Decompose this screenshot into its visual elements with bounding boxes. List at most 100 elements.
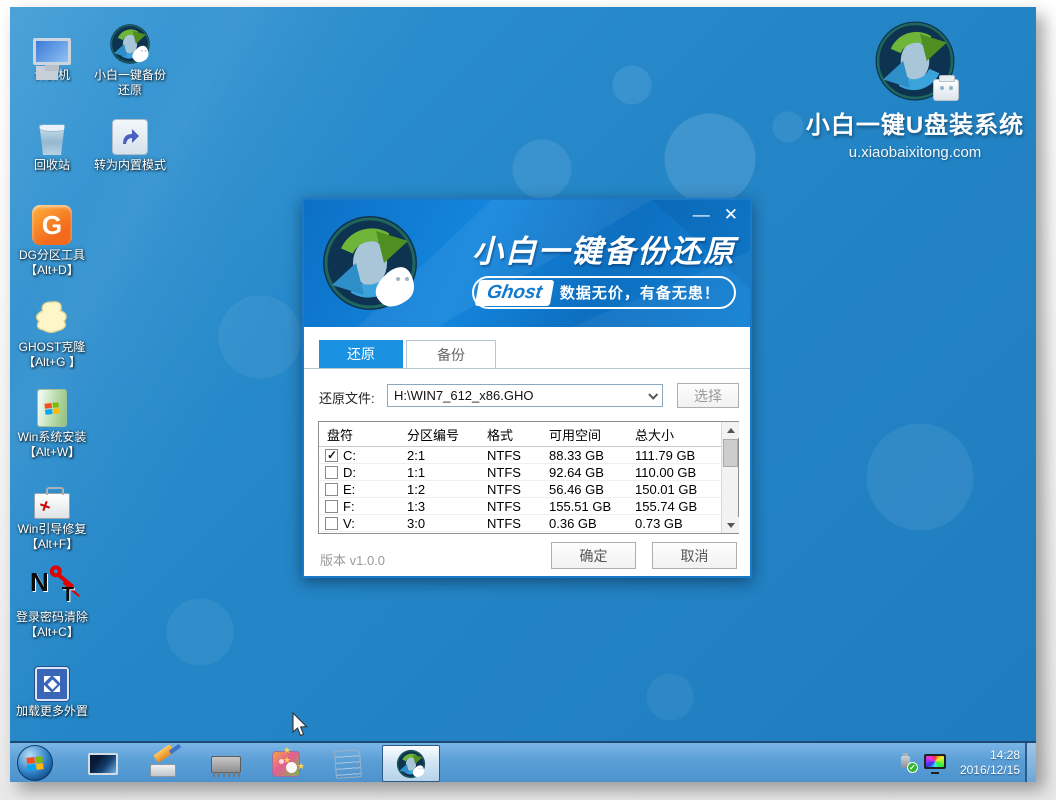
win-install-icon [37,389,67,427]
table-row[interactable]: F: 1:3 NTFS 155.51 GB 155.74 GB [319,498,738,515]
xiaobai-app-icon [396,749,426,779]
desktop-icon-ghost-clone[interactable]: GHOST克隆 【Alt+G 】 [0,291,104,370]
ghost-badge: Ghost 数据无价，有备无患！ [472,276,736,309]
repair-kit-icon [34,493,70,519]
icon-label: 加载更多外置 [0,704,104,719]
desktop-icon-dg-partition[interactable]: G DG分区工具 【Alt+D】 [0,199,104,278]
nt-password-key-icon: N T [30,567,74,607]
icon-label: DG分区工具 [0,248,104,263]
minimize-button[interactable]: — [693,206,710,223]
taskbar-clock[interactable]: 14:28 2016/12/15 [960,748,1020,778]
app-logo-icon [320,213,420,313]
checkbox[interactable] [325,466,338,479]
usb-drive-icon [933,79,959,101]
dialog-footer: 版本 v1.0.0 确定 取消 [304,534,750,578]
start-button[interactable] [17,745,53,781]
tab-bar: 还原 备份 [319,340,496,368]
brand-block: 小白一键U盘装系统 u.xiaobaixitong.com [780,19,1050,161]
table-header: 盘符 分区编号 格式 可用空间 总大小 [319,422,738,447]
ghost-icon [30,295,74,337]
close-button[interactable]: ✕ [724,206,738,223]
icon-label: GHOST克隆 [0,340,104,355]
table-scrollbar[interactable] [721,422,738,533]
partition-table: 盘符 分区编号 格式 可用空间 总大小 C: 2:1 NTFS 88.33 GB… [318,421,739,534]
restore-file-label: 还原文件: [319,388,375,407]
header-total: 总大小 [635,425,721,444]
backup-restore-window: — ✕ 小白一键备份还原 Ghost 数据无价，有备无患！ 还原 备份 还原文件… [302,198,752,578]
taskbar-item-notepad[interactable] [330,748,366,780]
tab-restore[interactable]: 还原 [319,340,403,368]
table-row[interactable]: C: 2:1 NTFS 88.33 GB 111.79 GB [319,447,738,464]
scroll-down-icon[interactable] [722,517,739,533]
checkbox[interactable] [325,449,338,462]
computer-icon [33,38,71,65]
cancel-button[interactable]: 取消 [652,542,737,569]
brand-url: u.xiaobaixitong.com [780,144,1050,161]
desktop-preview-icon [88,753,118,775]
tab-backup[interactable]: 备份 [406,340,496,368]
ghost-badge-word: Ghost [475,280,554,306]
icon-label: 转为内置模式 [78,158,182,173]
choose-button[interactable]: 选择 [677,383,739,408]
taskbar-item-disk-cleanup[interactable] [146,748,182,780]
scroll-up-icon[interactable] [722,422,739,438]
table-row[interactable]: E: 1:2 NTFS 56.46 GB 150.01 GB [319,481,738,498]
show-desktop-button[interactable] [1025,743,1036,782]
restore-file-row: 还原文件: H:\WIN7_612_x86.GHO 选择 [319,384,739,409]
recycle-bin-icon [37,123,67,155]
taskbar-item-desktop-preview[interactable] [85,748,121,780]
chevron-down-icon [648,390,658,400]
ghost-badge-slogan: 数据无价，有备无患！ [560,282,720,303]
window-title: 小白一键备份还原 [472,226,736,271]
icon-label-line2: 还原 [78,83,182,98]
load-more-icon [35,667,69,701]
display-color-icon[interactable] [924,754,946,772]
taskbar-item-xiaobai-backup-active[interactable] [382,745,440,782]
windows-flag-icon [26,756,43,771]
icon-label-line2: 【Alt+W】 [0,445,104,460]
desktop-icon-internal-mode[interactable]: 转为内置模式 [78,109,182,173]
taskbar-item-paint-tool[interactable] [268,748,304,780]
taskbar: ✓ 14:28 2016/12/15 [10,741,1036,782]
icon-label: Win系统安装 [0,430,104,445]
xiaobai-backup-icon [109,23,151,65]
desktop-icon-load-more[interactable]: 加载更多外置 [0,655,104,719]
paint-tool-icon [272,751,300,777]
diskgenius-icon: G [32,205,72,245]
icon-label-line2: 【Alt+F】 [0,537,104,552]
taskbar-item-memory-tool[interactable] [208,748,244,780]
checkbox[interactable] [325,483,338,496]
disk-cleanup-icon [148,751,180,777]
header-partition: 分区编号 [407,425,487,444]
version-label: 版本 v1.0.0 [320,550,385,569]
icon-label-line2: 【Alt+D】 [0,263,104,278]
restore-file-combobox[interactable]: H:\WIN7_612_x86.GHO [387,384,663,407]
icon-label-line2: 【Alt+G 】 [0,355,104,370]
icon-label: 小白一键备份 [78,68,182,83]
icon-label: Win引导修复 [0,522,104,537]
ok-button[interactable]: 确定 [551,542,636,569]
desktop-icon-xiaobai-backup[interactable]: 小白一键备份 还原 [78,19,182,98]
usb-safely-remove-icon[interactable]: ✓ [898,754,916,772]
icon-label-line2: 【Alt+C】 [0,625,104,640]
header-format: 格式 [487,425,549,444]
desktop-icon-boot-repair[interactable]: Win引导修复 【Alt+F】 [0,473,104,552]
window-banner: — ✕ 小白一键备份还原 Ghost 数据无价，有备无患！ [304,200,750,327]
tab-separator [304,368,750,369]
notepad-icon [334,749,362,779]
scrollbar-thumb[interactable] [723,439,738,467]
system-tray: ✓ 14:28 2016/12/15 [898,743,1020,782]
checkbox[interactable] [325,517,338,530]
desktop: 计算机 小白一键备份 还原 回收站 转为内置模式 G DG分区工具 【Alt+D… [10,7,1036,782]
header-drive: 盘符 [319,425,407,444]
desktop-icon-password-clear[interactable]: N T 登录密码清除 【Alt+C】 [0,561,104,640]
table-row[interactable]: D: 1:1 NTFS 92.64 GB 110.00 GB [319,464,738,481]
clock-date: 2016/12/15 [960,763,1020,778]
desktop-icon-win-install[interactable]: Win系统安装 【Alt+W】 [0,381,104,460]
header-free: 可用空间 [549,425,635,444]
mouse-cursor [292,712,310,738]
restore-file-value: H:\WIN7_612_x86.GHO [394,388,533,403]
table-row[interactable]: V: 3:0 NTFS 0.36 GB 0.73 GB [319,515,738,532]
clock-time: 14:28 [960,748,1020,763]
checkbox[interactable] [325,500,338,513]
